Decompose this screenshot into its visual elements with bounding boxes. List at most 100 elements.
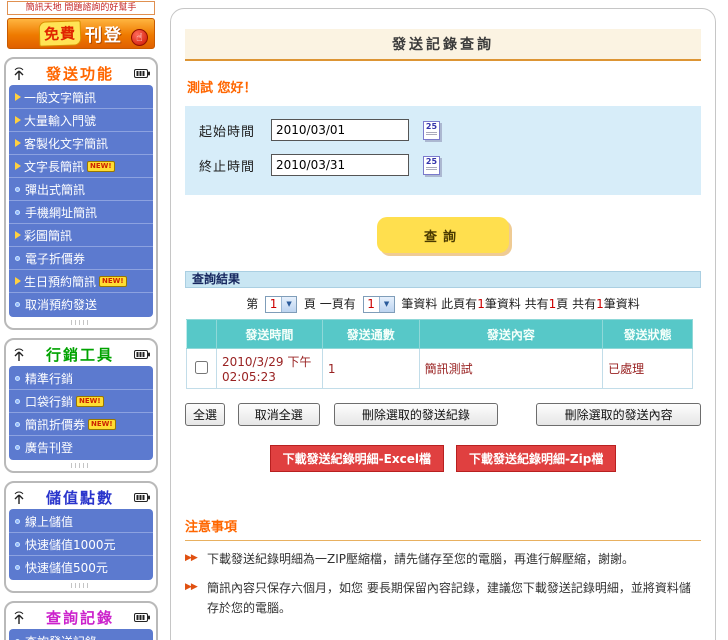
sidebar-item-label: 彩圖簡訊: [24, 227, 72, 244]
menu-box-stored-value: 儲值點數 線上儲值 快速儲值1000元 快速儲值500元: [4, 481, 158, 593]
send-time-line2: 02:05:23: [222, 370, 317, 384]
dot-bullet-icon: [15, 302, 20, 307]
dot-bullet-icon: [15, 256, 20, 261]
sidebar-item-picture-sms[interactable]: 彩圖簡訊: [9, 224, 153, 247]
record-count: 1: [477, 297, 485, 311]
start-time-row: 起始時間 25: [199, 119, 687, 141]
query-button[interactable]: 查詢: [377, 217, 509, 253]
sidebar-item-label: 快速儲值1000元: [25, 536, 116, 553]
sidebar-item-birthday-sms[interactable]: 生日預約簡訊NEW!: [9, 270, 153, 293]
note-text: 簡訊內容只保存六個月，如您 要長期保留內容記錄，建議您下載發送記錄明細，並將資料…: [207, 581, 691, 615]
delete-selected-contents-button[interactable]: 刪除選取的發送內容: [536, 403, 701, 426]
section-title: 行銷工具: [26, 344, 134, 365]
sidebar-item-sms-coupon[interactable]: 簡訊折價券NEW!: [9, 413, 153, 436]
page-select[interactable]: 1 ▼: [265, 296, 297, 313]
deselect-all-button[interactable]: 取消全選: [238, 403, 320, 426]
antenna-icon: [12, 491, 26, 505]
note-item: ▶▶ 簡訊內容只保存六個月，如您 要長期保留內容記錄，建議您下載發送記錄明細，並…: [185, 579, 701, 619]
arrow-bullet-icon: [15, 277, 21, 285]
cell-send-status: 已處理: [603, 349, 693, 389]
menu-header: 發送功能: [9, 62, 153, 85]
sidebar-item-precision-marketing[interactable]: 精準行銷: [9, 367, 153, 390]
sidebar-item-ad-listing[interactable]: 廣告刊登: [9, 436, 153, 459]
sidebar-item-quick-topup-500[interactable]: 快速儲值500元: [9, 556, 153, 579]
publish-label: 刊登: [85, 21, 123, 46]
sidebar-item-custom-sms[interactable]: 客製化文字簡訊: [9, 132, 153, 155]
arrow-bullet-icon: [15, 162, 21, 170]
table-header-row: 發送時間 發送通數 發送內容 發送狀態: [187, 320, 693, 349]
section-title: 發送功能: [26, 63, 134, 84]
menu-header: 查詢記錄: [9, 606, 153, 629]
row-checkbox[interactable]: [195, 361, 208, 374]
calendar-icon[interactable]: 25: [423, 156, 440, 175]
note-item: ▶▶ 下載發送紀錄明細為一ZIP壓縮檔，請先儲存至您的電腦，再進行解壓縮，謝謝。: [185, 550, 701, 570]
pagination-text: 第: [246, 297, 258, 311]
start-date-input[interactable]: [271, 119, 409, 141]
sidebar-item-general-sms[interactable]: 一般文字簡訊: [9, 86, 153, 109]
arrow-bullet-icon: [15, 93, 21, 101]
dot-bullet-icon: [15, 187, 20, 192]
download-buttons: 下載發送紀錄明細-Excel檔 下載發送紀錄明細-Zip檔: [185, 445, 701, 472]
table-row: 2010/3/29 下午 02:05:23 1 簡訊測試 已處理: [187, 349, 693, 389]
sidebar-item-query-send-records[interactable]: 查詢發送記錄: [9, 630, 153, 640]
sidebar-item-pocket-marketing[interactable]: 口袋行銷NEW!: [9, 390, 153, 413]
title-strip: 發送記錄查詢: [185, 29, 701, 61]
per-page-select[interactable]: 1 ▼: [363, 296, 395, 313]
start-time-label: 起始時間: [199, 121, 271, 140]
select-all-button[interactable]: 全選: [185, 403, 225, 426]
dot-bullet-icon: [15, 519, 20, 524]
download-excel-button[interactable]: 下載發送紀錄明細-Excel檔: [270, 445, 444, 472]
sidebar-item-label: 取消預約發送: [25, 296, 97, 313]
cell-send-time: 2010/3/29 下午 02:05:23: [216, 349, 322, 389]
sidebar-item-e-coupon[interactable]: 電子折價券: [9, 247, 153, 270]
download-zip-button[interactable]: 下載發送紀錄明細-Zip檔: [456, 445, 616, 472]
dot-bullet-icon: [15, 376, 20, 381]
dot-bullet-icon: [15, 399, 20, 404]
box-grip: [71, 583, 91, 588]
menu-box-query-records: 查詢記錄 查詢發送記錄: [4, 601, 158, 640]
battery-icon: [134, 493, 150, 502]
dot-bullet-icon: [15, 565, 20, 570]
sidebar-item-label: 精準行銷: [25, 370, 73, 387]
sidebar-item-mobile-url-sms[interactable]: 手機網址簡訊: [9, 201, 153, 224]
sidebar-item-bulk-numbers[interactable]: 大量輸入門號: [9, 109, 153, 132]
sidebar-item-label: 口袋行銷: [25, 393, 73, 410]
query-button-area: 查詢: [185, 217, 701, 253]
end-date-input[interactable]: [271, 154, 409, 176]
end-time-row: 終止時間 25: [199, 154, 687, 176]
delete-selected-records-button[interactable]: 刪除選取的發送紀錄: [334, 403, 499, 426]
sidebar-item-quick-topup-1000[interactable]: 快速儲值1000元: [9, 533, 153, 556]
battery-icon: [134, 69, 150, 78]
sidebar-item-long-sms[interactable]: 文字長簡訊NEW!: [9, 155, 153, 178]
notes-section: 注意事項 ▶▶ 下載發送紀錄明細為一ZIP壓縮檔，請先儲存至您的電腦，再進行解壓…: [185, 516, 701, 618]
top-ad-banner[interactable]: 簡訊天地 問題諮詢的好幫手: [7, 1, 155, 15]
double-arrow-icon: ▶▶: [185, 580, 197, 595]
new-badge: NEW!: [76, 396, 104, 407]
sidebar-item-online-topup[interactable]: 線上儲值: [9, 510, 153, 533]
free-listing-banner[interactable]: 免費 刊登 ☝: [7, 18, 155, 49]
column-header-send-count: 發送通數: [322, 320, 419, 349]
date-range-form: 起始時間 25 終止時間 25: [185, 106, 701, 195]
section-title: 查詢記錄: [26, 607, 134, 628]
new-badge: NEW!: [87, 161, 115, 172]
new-badge: NEW!: [88, 419, 116, 430]
sidebar-item-label: 文字長簡訊: [24, 158, 84, 175]
double-arrow-icon: ▶▶: [185, 551, 197, 566]
dot-bullet-icon: [15, 210, 20, 215]
sidebar-item-cancel-scheduled[interactable]: 取消預約發送: [9, 293, 153, 316]
row-checkbox-cell: [187, 349, 217, 389]
menu-list: 查詢發送記錄: [9, 629, 153, 640]
note-text: 下載發送紀錄明細為一ZIP壓縮檔，請先儲存至您的電腦，再進行解壓縮，謝謝。: [207, 552, 634, 566]
antenna-icon: [12, 611, 26, 625]
hand-cursor-icon: ☝: [131, 29, 148, 46]
sidebar-item-popup-sms[interactable]: 彈出式簡訊: [9, 178, 153, 201]
battery-icon: [134, 350, 150, 359]
sidebar-item-label: 彈出式簡訊: [25, 181, 85, 198]
pagination-text: 筆資料: [604, 297, 640, 311]
arrow-bullet-icon: [15, 231, 21, 239]
checkbox-column-header: [187, 320, 217, 349]
dot-bullet-icon: [15, 542, 20, 547]
page-select-value: 1: [266, 297, 281, 312]
calendar-icon[interactable]: 25: [423, 121, 440, 140]
sidebar-item-label: 廣告刊登: [25, 439, 73, 456]
